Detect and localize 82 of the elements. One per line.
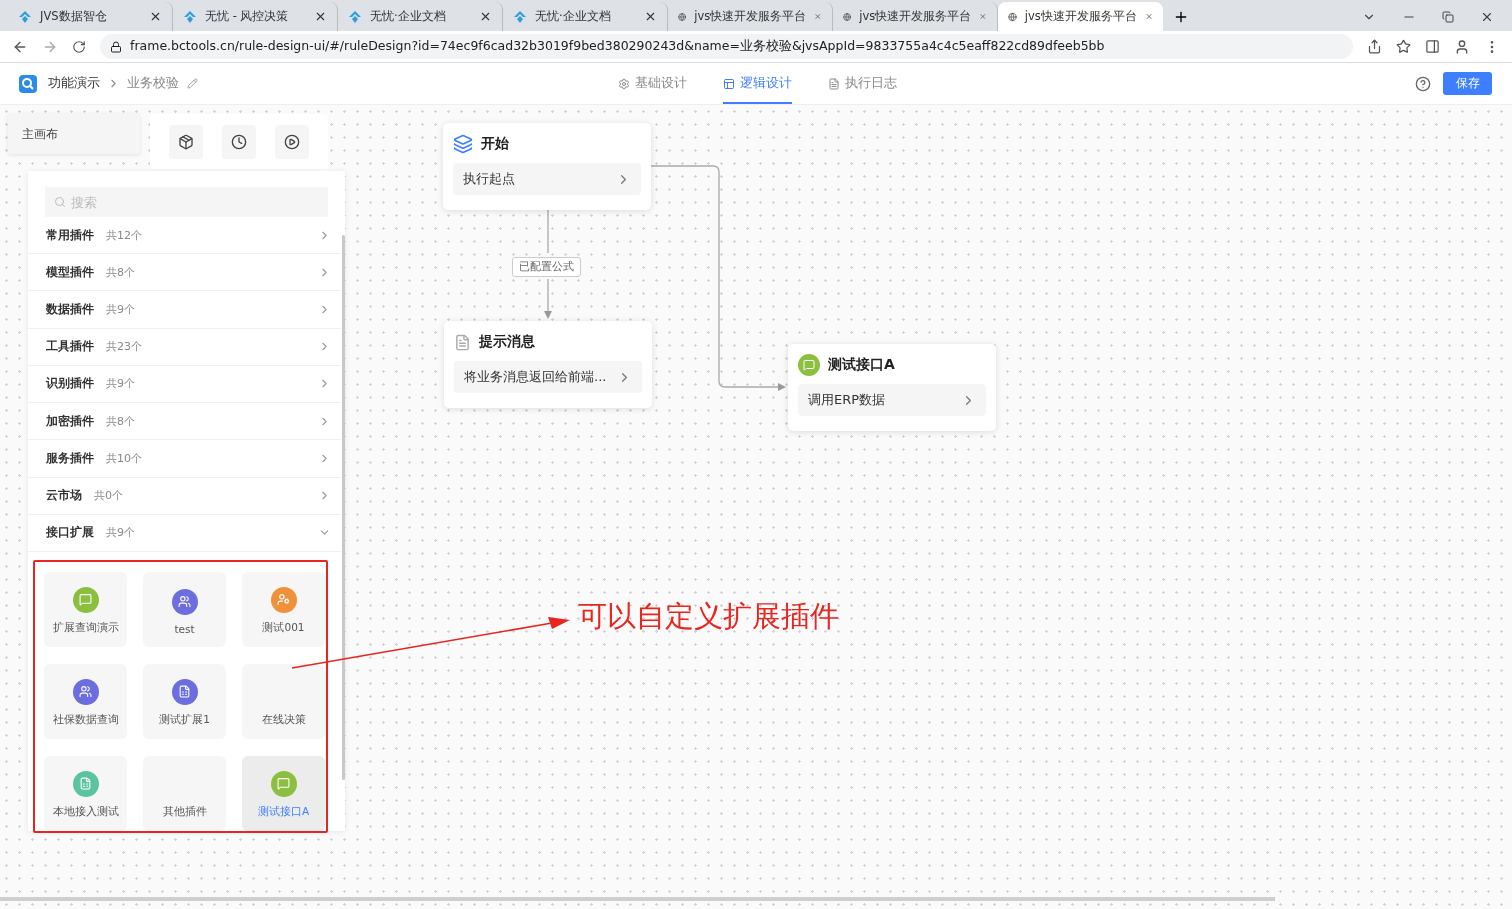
breadcrumb-item: 业务校验 xyxy=(127,75,179,92)
logo-icon xyxy=(513,9,527,24)
browser-tab[interactable]: jvs快速开发服务平台 xyxy=(998,2,1163,31)
url-text: frame.bctools.cn/rule-design-ui/#/ruleDesign?id=74ec9f6cad32b3019f9bed380290243d&name=业务校验&jvsAppId=9833755a4c4c5eaff822cd89dfeeb5bb xyxy=(130,38,1105,55)
layout-icon xyxy=(723,77,735,90)
document-icon xyxy=(828,77,840,90)
play-icon xyxy=(283,133,300,150)
plugin-group[interactable]: 云市场 共0个 xyxy=(28,477,341,515)
browser-tab[interactable]: 无忧·企业文档 xyxy=(338,2,503,31)
close-icon[interactable] xyxy=(479,10,492,23)
plugin-tile[interactable]: 扩展查询演示 xyxy=(44,571,127,647)
plugin-group[interactable]: 加密插件 共8个 xyxy=(28,403,341,441)
node-title: 测试接口A xyxy=(828,356,895,374)
clock-icon xyxy=(231,133,247,150)
browser-tab[interactable]: jvs快速开发服务平台 xyxy=(668,2,833,31)
help-icon[interactable] xyxy=(1415,75,1431,92)
side-panel-icon[interactable] xyxy=(1425,39,1440,54)
plugin-group[interactable]: 服务插件 共10个 xyxy=(28,440,341,478)
plugin-group[interactable]: 模型插件 共8个 xyxy=(28,254,341,292)
plugin-tile[interactable]: 社保数据查询 xyxy=(44,663,127,739)
address-bar[interactable]: frame.bctools.cn/rule-design-ui/#/ruleDesign?id=74ec9f6cad32b3019f9bed380290243d&name=业务校验&jvsAppId=9833755a4c4c5eaff822cd89dfeeb5bb xyxy=(100,34,1353,59)
group-count: 共12个 xyxy=(106,227,143,243)
close-icon[interactable] xyxy=(644,10,657,23)
logo-icon xyxy=(18,9,32,24)
package-icon xyxy=(178,133,195,150)
annotation-text: 可以自定义扩展插件 xyxy=(578,598,839,635)
plugin-tile[interactable]: test xyxy=(143,571,226,647)
group-count: 共9个 xyxy=(106,302,136,318)
plugin-group[interactable]: 工具插件 共23个 xyxy=(28,328,341,366)
new-tab-icon[interactable] xyxy=(1173,9,1189,25)
flow-node[interactable]: 开始 执行起点 xyxy=(443,123,651,210)
save-button[interactable]: 保存 xyxy=(1443,72,1492,95)
logo-icon xyxy=(348,9,362,24)
plugin-group[interactable]: 接口扩展 共9个 xyxy=(28,514,341,552)
breadcrumb-item[interactable]: 功能演示 xyxy=(48,75,100,92)
plugin-tool-button[interactable] xyxy=(169,124,204,159)
node-action[interactable]: 执行起点 xyxy=(453,163,641,195)
plugin-tile[interactable]: 本地接入测试 xyxy=(44,755,127,831)
flow-node[interactable]: 测试接口A 调用ERP数据 xyxy=(788,344,996,431)
scrollbar[interactable] xyxy=(342,235,345,780)
node-action[interactable]: 调用ERP数据 xyxy=(798,384,986,416)
plugin-tile[interactable]: 其他插件 xyxy=(143,755,226,831)
plugin-group[interactable]: 常用插件 共12个 xyxy=(28,217,341,255)
plugin-group[interactable]: 数据插件 共9个 xyxy=(28,291,341,329)
share-icon[interactable] xyxy=(1367,39,1382,54)
design-tab[interactable]: 执行日志 xyxy=(828,63,897,104)
canvas-tab[interactable]: 主画布 xyxy=(8,114,140,154)
star-icon[interactable] xyxy=(1396,39,1411,54)
plugin-group[interactable]: 识别插件 共9个 xyxy=(28,365,341,404)
run-tool-button[interactable] xyxy=(274,124,309,159)
plugin-tile[interactable]: 在线决策 xyxy=(242,663,325,739)
node-title: 开始 xyxy=(481,135,509,153)
edge-label: 已配置公式 xyxy=(512,257,581,277)
browser-tab[interactable]: 无忧·企业文档 xyxy=(503,2,668,31)
plugin-tile[interactable]: 测试扩展1 xyxy=(143,663,226,739)
group-count: 共9个 xyxy=(106,525,136,541)
search-icon xyxy=(54,196,66,208)
close-icon[interactable] xyxy=(314,10,327,23)
group-count: 共23个 xyxy=(106,339,143,355)
plugin-tile[interactable]: 测试001 xyxy=(242,571,325,647)
group-count: 共9个 xyxy=(106,376,136,392)
history-tool-button[interactable] xyxy=(222,124,256,159)
flow-node[interactable]: 提示消息 将业务消息返回给前端... xyxy=(444,321,652,408)
search-field[interactable]: 搜索 xyxy=(45,187,328,217)
design-tab[interactable]: 基础设计 xyxy=(618,63,687,104)
restore-icon[interactable] xyxy=(1442,10,1454,23)
profile-icon[interactable] xyxy=(1454,38,1470,55)
reload-icon[interactable] xyxy=(72,39,86,54)
group-count: 共8个 xyxy=(106,413,136,429)
browser-tab[interactable]: 无忧 - 风控决策 xyxy=(173,2,338,31)
browser-tab[interactable]: JVS数据智仓 xyxy=(8,2,173,31)
logo-icon xyxy=(183,9,197,24)
group-count: 共8个 xyxy=(106,264,136,280)
group-count: 共0个 xyxy=(94,488,124,504)
lock-icon xyxy=(110,40,122,53)
node-action[interactable]: 将业务消息返回给前端... xyxy=(454,361,642,393)
node-title: 提示消息 xyxy=(479,333,535,351)
settings-icon xyxy=(618,77,630,90)
layers-icon xyxy=(453,134,473,154)
group-count: 共10个 xyxy=(106,450,143,466)
close-icon[interactable] xyxy=(149,10,162,23)
horizontal-scrollbar[interactable] xyxy=(0,897,1275,901)
